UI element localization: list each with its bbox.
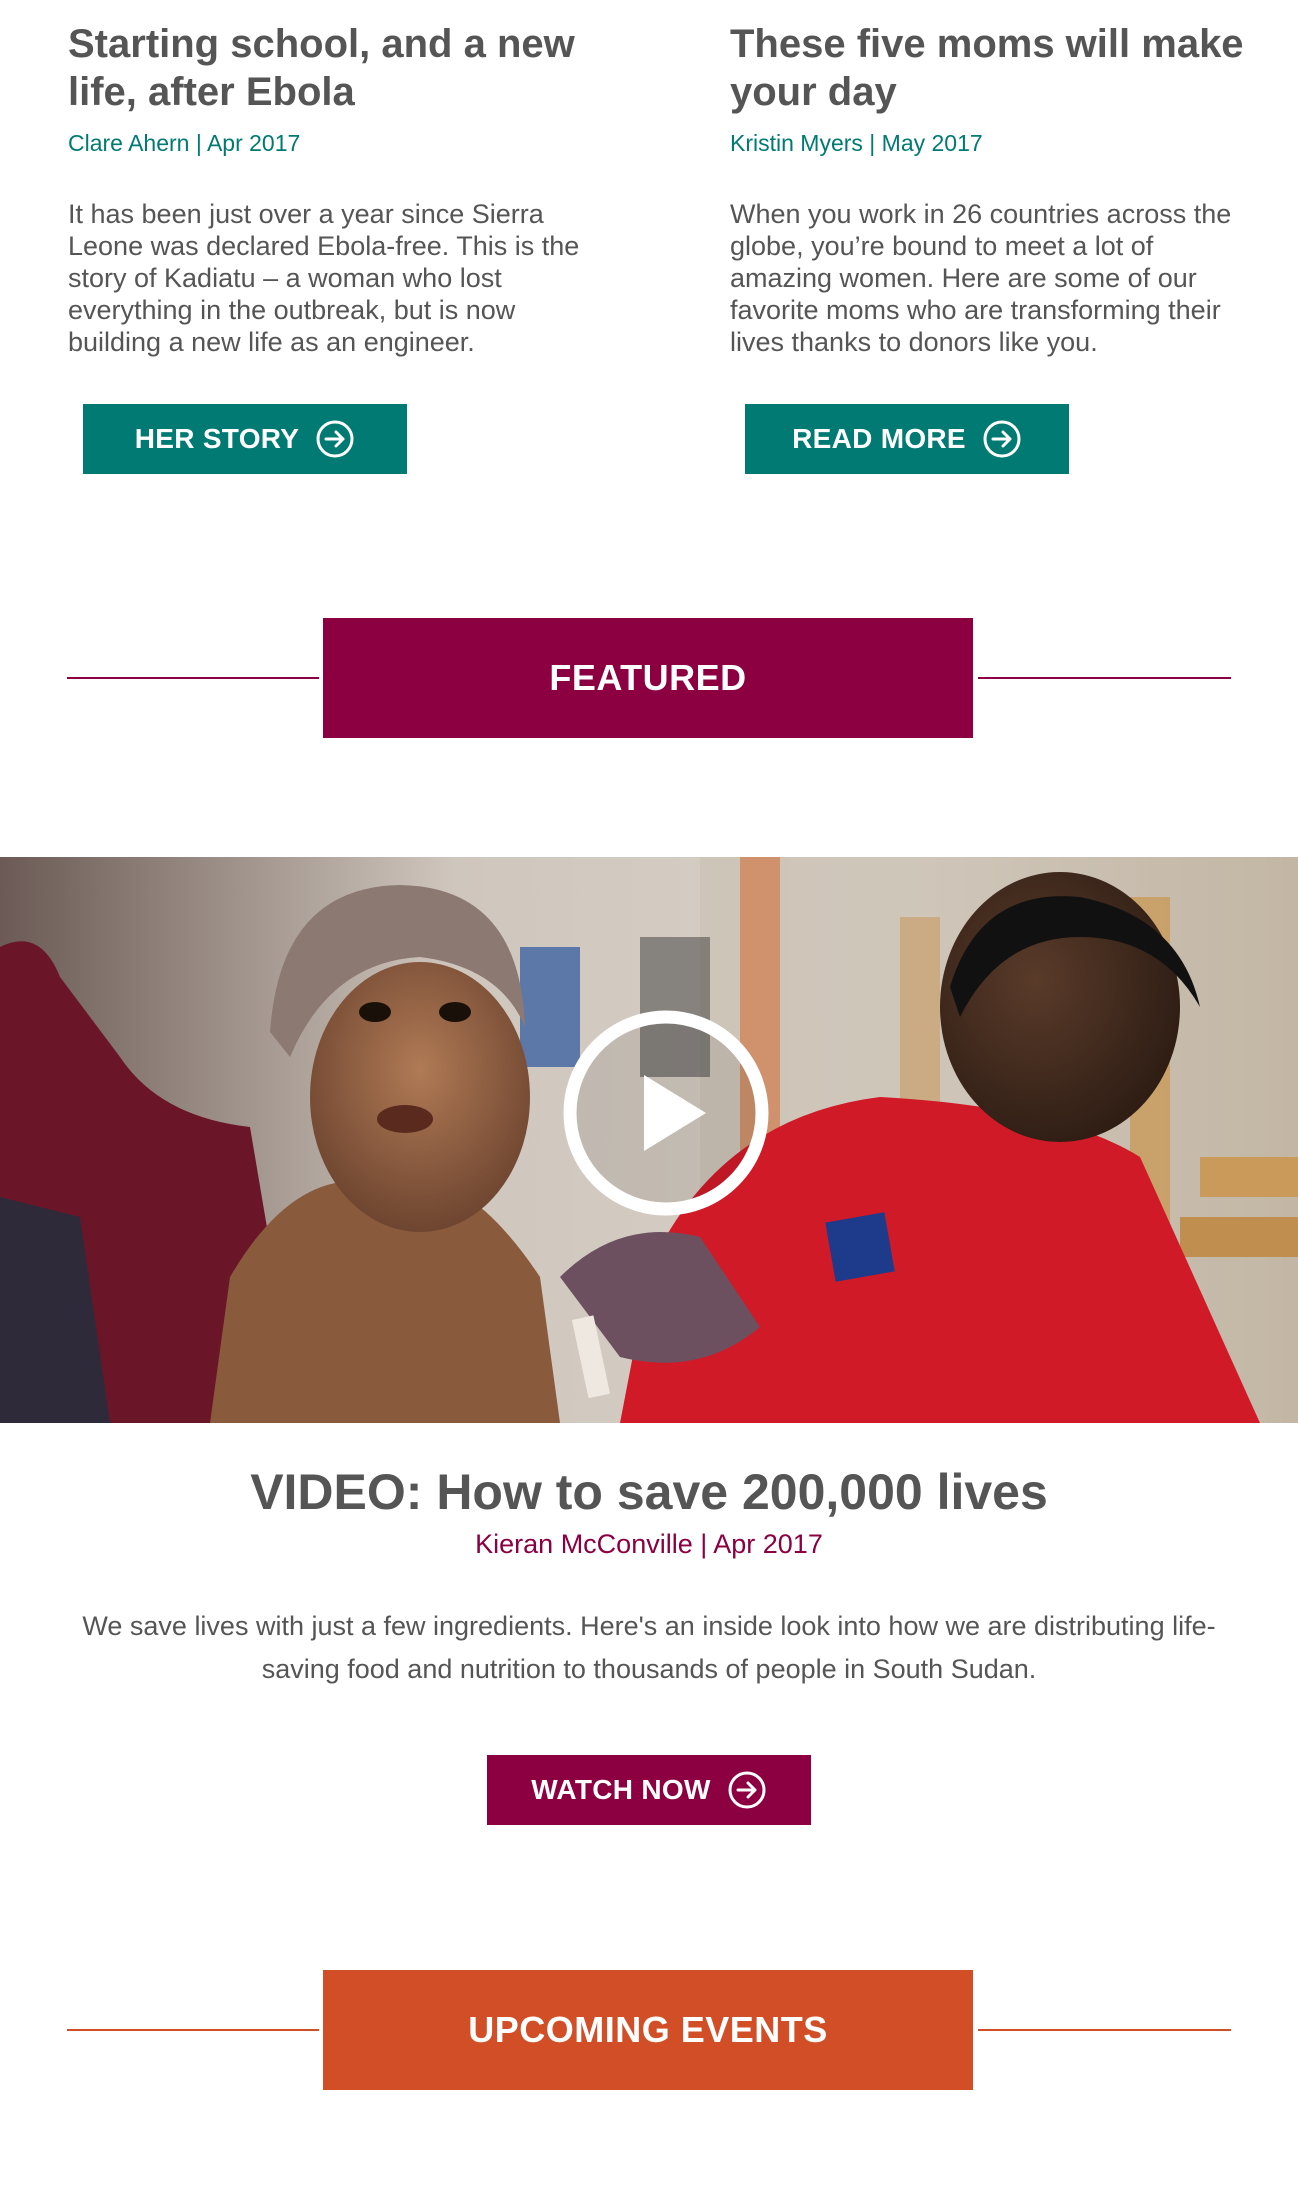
story-title[interactable]: These five moms will make your day [730,20,1250,116]
story-card-moms: These five moms will make your day Krist… [730,0,1250,358]
story-title[interactable]: Starting school, and a new life, after E… [68,20,588,116]
divider-line [67,677,319,679]
divider-line [978,2029,1231,2031]
featured-section-header: FEATURED [0,618,1298,738]
play-icon[interactable] [560,1007,772,1219]
story-byline: Clare Ahern | Apr 2017 [68,130,301,156]
read-more-button[interactable]: READ MORE [745,404,1069,474]
featured-byline: Kieran McConville | Apr 2017 [475,1529,823,1559]
read-more-button-label: READ MORE [792,423,966,454]
watch-now-button[interactable]: WATCH NOW [487,1755,811,1825]
her-story-button[interactable]: HER STORY [83,404,407,474]
featured-label: FEATURED [323,618,973,738]
her-story-button-label: HER STORY [134,423,300,454]
events-section-header: UPCOMING EVENTS [0,1970,1298,2090]
story-card-ebola: Starting school, and a new life, after E… [68,0,588,358]
events-label: UPCOMING EVENTS [323,1970,973,2090]
circle-arrow-right-icon [983,420,1021,458]
circle-arrow-right-icon [728,1771,766,1809]
story-body: It has been just over a year since Sierr… [68,199,580,357]
divider-line [67,2029,319,2031]
divider-line [978,677,1231,679]
story-byline: Kristin Myers | May 2017 [730,130,983,156]
circle-arrow-right-icon [316,420,354,458]
featured-title[interactable]: VIDEO: How to save 200,000 lives [0,1462,1298,1522]
watch-now-button-label: WATCH NOW [531,1774,711,1805]
featured-body: We save lives with just a few ingredient… [82,1611,1216,1684]
story-body: When you work in 26 countries across the… [730,199,1232,357]
